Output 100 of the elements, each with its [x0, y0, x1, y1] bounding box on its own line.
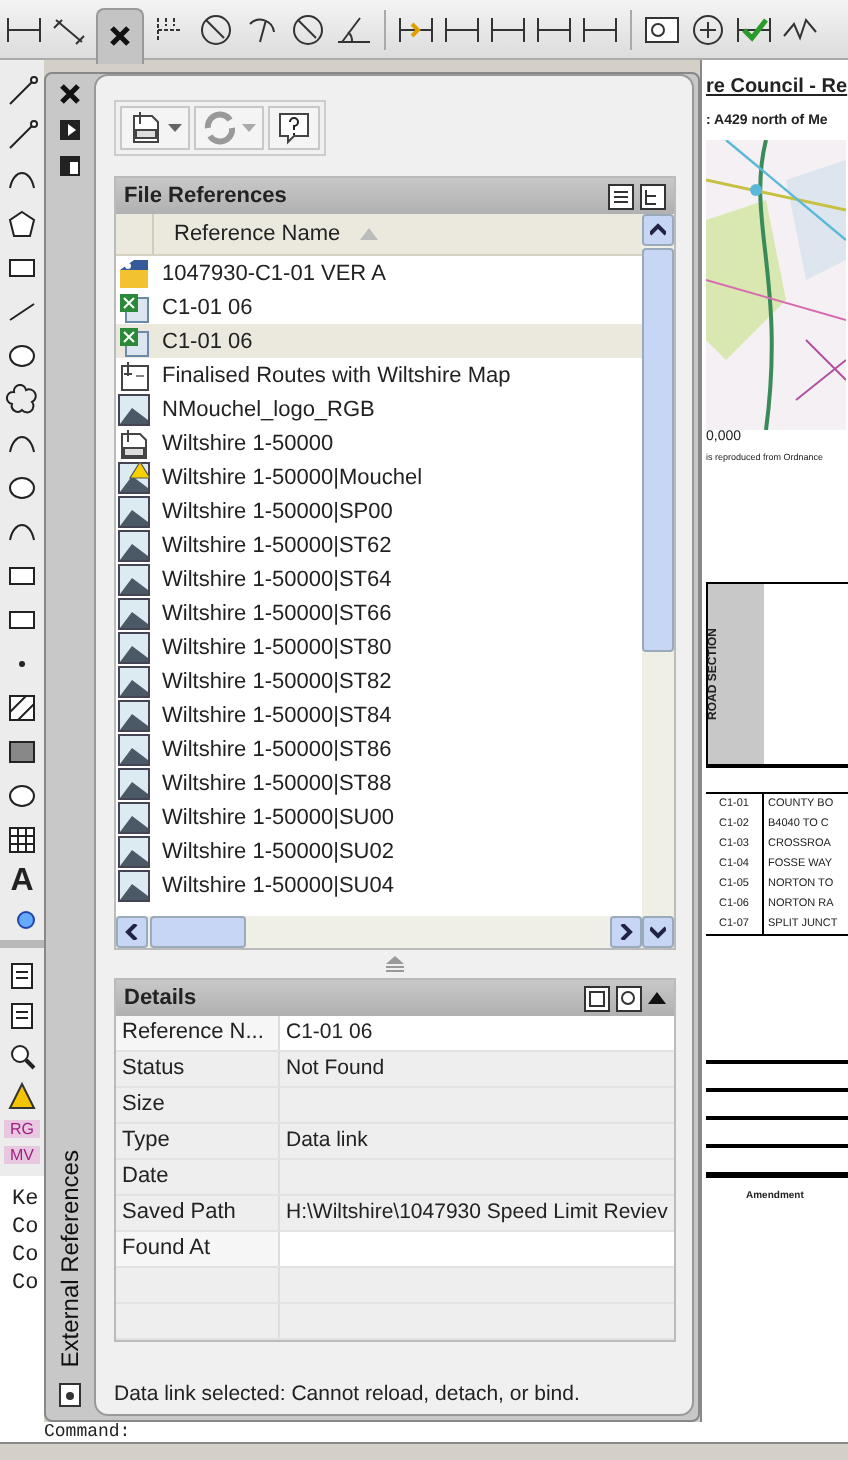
reference-name: Wiltshire 1-50000|ST82 — [162, 669, 392, 693]
scroll-thumb[interactable] — [642, 248, 674, 652]
reference-name: Wiltshire 1-50000|Mouchel — [162, 465, 423, 489]
help-button[interactable] — [268, 106, 320, 150]
property-label: Date — [116, 1160, 280, 1194]
property-label: Size — [116, 1088, 280, 1122]
property-value[interactable]: C1-01 06 — [280, 1016, 674, 1050]
reference-row[interactable]: Wiltshire 1-50000|ST84 — [116, 698, 642, 732]
polygon-icon[interactable] — [6, 208, 38, 240]
caret-icon — [242, 123, 256, 133]
reference-row[interactable]: C1-01 06 — [116, 290, 642, 324]
reference-row[interactable]: C1-01 06 — [116, 324, 642, 358]
line-icon[interactable] — [6, 76, 38, 108]
reference-row[interactable]: Wiltshire 1-50000|ST80 — [116, 630, 642, 664]
line-icon[interactable] — [6, 120, 38, 152]
reference-row[interactable]: Wiltshire 1-50000 — [116, 426, 642, 460]
reference-row[interactable]: Wiltshire 1-50000|ST64 — [116, 562, 642, 596]
image-icon — [118, 733, 150, 765]
refresh-icon — [202, 110, 238, 146]
gradient-icon[interactable] — [6, 736, 38, 768]
command-history-line: Co — [12, 1216, 41, 1240]
reference-name: Wiltshire 1-50000|SP00 — [162, 499, 393, 523]
input-field[interactable] — [280, 1232, 674, 1266]
reference-row[interactable]: 1047930-C1-01 VER A — [116, 256, 642, 290]
document-icon[interactable] — [6, 960, 38, 992]
image-icon — [118, 869, 150, 901]
list-view-icon[interactable] — [608, 183, 634, 209]
image-icon — [118, 563, 150, 595]
ellipse-icon[interactable] — [6, 472, 38, 504]
tool-icon[interactable]: MV — [4, 1146, 40, 1164]
close-icon — [108, 24, 132, 48]
region-icon[interactable] — [6, 780, 38, 812]
caret-icon — [168, 123, 182, 133]
tree-view-icon[interactable] — [640, 183, 666, 209]
help-icon — [276, 110, 312, 146]
cloud-icon[interactable] — [6, 384, 38, 416]
property-label: Saved Path — [116, 1196, 280, 1230]
auto-hide-icon[interactable] — [58, 118, 82, 142]
reference-row[interactable]: Wiltshire 1-50000|ST86 — [116, 732, 642, 766]
property-value: Data link — [284, 1126, 370, 1156]
file-icon — [128, 110, 164, 146]
collapse-icon[interactable] — [648, 992, 666, 1004]
reference-row[interactable]: Wiltshire 1-50000|ST62 — [116, 528, 642, 562]
close-button[interactable] — [96, 7, 144, 63]
center-mark-icon[interactable] — [688, 11, 728, 47]
hatch-icon[interactable] — [6, 692, 38, 724]
reference-name: Wiltshire 1-50000|ST66 — [162, 601, 392, 625]
reference-row[interactable]: Wiltshire 1-50000|SU02 — [116, 834, 642, 868]
palette-title: External References — [56, 1150, 84, 1368]
reference-row[interactable]: Wiltshire 1-50000|Mouchel — [116, 460, 642, 494]
tolerance-icon[interactable] — [642, 11, 682, 47]
property-label: Status — [116, 1052, 280, 1086]
image-icon — [118, 801, 150, 833]
text-tool-icon[interactable]: A — [10, 868, 34, 896]
warning-icon[interactable] — [6, 1080, 38, 1112]
command-history-line: Ke — [12, 1188, 41, 1212]
image-icon — [118, 495, 150, 527]
attach-dwg-button[interactable] — [120, 106, 190, 150]
command-history-line: Co — [12, 1244, 41, 1268]
column-header[interactable]: Reference Name — [116, 214, 642, 256]
reference-row[interactable]: NMouchel_logo_RGB — [116, 392, 642, 426]
image-icon — [118, 597, 150, 629]
details-view-icon[interactable] — [584, 985, 610, 1011]
reference-row[interactable]: Wiltshire 1-50000|ST66 — [116, 596, 642, 630]
reference-name: Wiltshire 1-50000|ST88 — [162, 771, 392, 795]
horizontal-scrollbar[interactable] — [116, 916, 642, 948]
image-icon — [118, 767, 150, 799]
properties-icon[interactable] — [58, 154, 82, 178]
reference-row[interactable]: Wiltshire 1-50000|SU04 — [116, 868, 642, 902]
circle-dimension-icon[interactable] — [196, 11, 236, 47]
command-prompt: Command: — [0, 1422, 848, 1442]
command-history-line: Co — [12, 1272, 41, 1296]
circle-icon[interactable] — [6, 340, 38, 372]
reference-name: Wiltshire 1-50000|SU00 — [162, 805, 394, 829]
reference-name: Wiltshire 1-50000|SU04 — [162, 873, 394, 897]
circle-dimension-icon[interactable] — [288, 11, 328, 47]
reference-name: 1047930-C1-01 VER A — [162, 261, 386, 285]
reference-row[interactable]: Wiltshire 1-50000|SU00 — [116, 800, 642, 834]
zoom-icon[interactable] — [6, 1040, 38, 1072]
vertical-scrollbar[interactable] — [642, 214, 674, 948]
reference-name: Wiltshire 1-50000|ST62 — [162, 533, 392, 557]
reference-name: Finalised Routes with Wiltshire Map — [162, 363, 511, 387]
scroll-thumb[interactable] — [150, 916, 246, 948]
splitter-grip-icon[interactable] — [386, 955, 404, 973]
preview-icon[interactable] — [616, 985, 642, 1011]
close-icon[interactable] — [58, 82, 82, 106]
table-icon[interactable] — [6, 824, 38, 856]
reference-row[interactable]: Finalised Routes with Wiltshire Map — [116, 358, 642, 392]
reference-row[interactable]: Wiltshire 1-50000|ST82 — [116, 664, 642, 698]
image-icon — [118, 665, 150, 697]
image-icon — [118, 835, 150, 867]
reference-row[interactable]: Wiltshire 1-50000|ST88 — [116, 766, 642, 800]
property-value: Not Found — [284, 1054, 387, 1084]
reference-name: Wiltshire 1-50000|ST84 — [162, 703, 392, 727]
status-message: Data link selected: Cannot reload, detach, or bind. — [114, 1380, 582, 1406]
image-icon — [118, 699, 150, 731]
tool-icon[interactable]: RG — [4, 1120, 40, 1138]
drawing-title: re Council - Re — [706, 74, 848, 98]
reference-row[interactable]: Wiltshire 1-50000|SP00 — [116, 494, 642, 528]
list-icon[interactable] — [6, 1000, 38, 1032]
